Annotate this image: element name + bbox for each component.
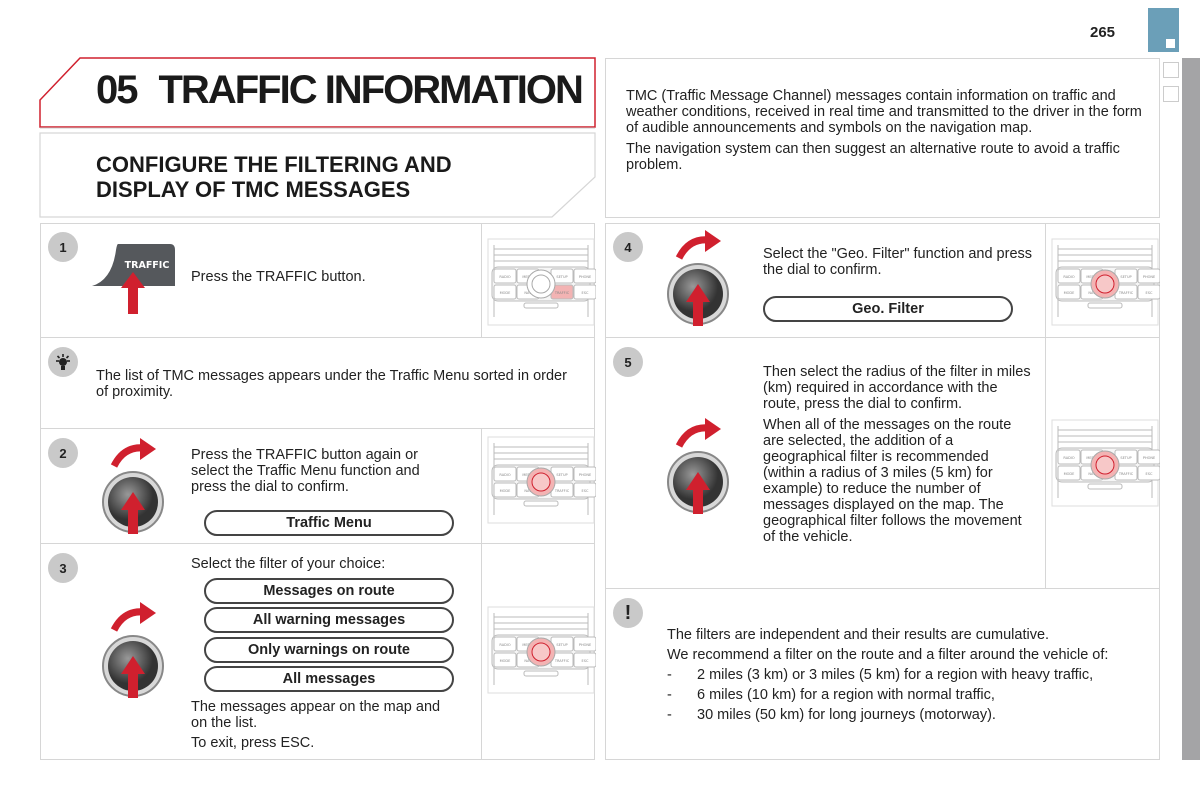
chapter-tab bbox=[1148, 8, 1179, 52]
tip-badge bbox=[48, 347, 78, 377]
intro-text: TMC (Traffic Message Channel) messages c… bbox=[626, 88, 1146, 173]
chapter-title: TRAFFIC INFORMATION bbox=[158, 68, 584, 112]
svg-text:ESC: ESC bbox=[582, 659, 589, 663]
control-panel-illustration: RADIO MEDIA SETUP PHONE MODE NAV TRAFFIC ESC bbox=[1050, 418, 1161, 508]
recommendation-list: 2 miles (3 km) or 3 miles (5 km) for a r… bbox=[667, 667, 1152, 723]
filter-option[interactable]: All warning messages bbox=[204, 607, 454, 633]
svg-text:SETUP: SETUP bbox=[556, 473, 567, 477]
svg-text:PHONE: PHONE bbox=[579, 473, 591, 477]
svg-text:SETUP: SETUP bbox=[556, 275, 567, 279]
svg-text:RADIO: RADIO bbox=[499, 473, 510, 477]
list-item: 2 miles (3 km) or 3 miles (5 km) for a r… bbox=[667, 667, 1152, 683]
page-number: 265 bbox=[1090, 24, 1116, 41]
side-bar bbox=[1182, 58, 1200, 760]
step-badge: 3 bbox=[48, 553, 78, 583]
svg-text:ESC: ESC bbox=[582, 291, 589, 295]
control-panel-illustration: RADIO MEDIA SETUP PHONE MODE NAV TRAFFIC ESC bbox=[486, 605, 597, 695]
step-text: Press the TRAFFIC button again or select… bbox=[191, 447, 420, 495]
section-title: CONFIGURE THE FILTERING AND DISPLAY OF TM… bbox=[96, 152, 452, 202]
svg-text:SETUP: SETUP bbox=[1120, 275, 1131, 279]
svg-text:SETUP: SETUP bbox=[556, 643, 567, 647]
svg-text:ESC: ESC bbox=[1146, 291, 1153, 295]
step-badge: 4 bbox=[613, 232, 643, 262]
divider bbox=[1045, 223, 1046, 588]
tab-marker bbox=[1163, 62, 1179, 78]
control-panel-illustration: RADIO MEDIA SETUP PHONE MODE NAV TRAFFIC ESC bbox=[486, 237, 597, 327]
step-badge: 2 bbox=[48, 438, 78, 468]
svg-text:MODE: MODE bbox=[500, 291, 511, 295]
exclamation-icon: ! bbox=[624, 601, 632, 624]
step-paragraph: To exit, press ESC. bbox=[191, 735, 315, 751]
section-title-line: DISPLAY OF TMC MESSAGES bbox=[96, 177, 411, 202]
warning-badge: ! bbox=[613, 598, 643, 628]
svg-text:PHONE: PHONE bbox=[1143, 275, 1155, 279]
svg-text:TRAFFIC: TRAFFIC bbox=[1118, 472, 1134, 476]
svg-text:TRAFFIC: TRAFFIC bbox=[1118, 291, 1134, 295]
svg-text:TRAFFIC: TRAFFIC bbox=[554, 489, 570, 493]
tab-marker bbox=[1163, 86, 1179, 102]
step-text: Select the filter of your choice: bbox=[191, 556, 386, 572]
control-panel-illustration: RADIO MEDIA SETUP PHONE MODE NAV TRAFFIC ESC bbox=[486, 435, 597, 525]
svg-text:MODE: MODE bbox=[1064, 472, 1075, 476]
svg-text:RADIO: RADIO bbox=[499, 275, 510, 279]
list-item: 6 miles (10 km) for a region with normal… bbox=[667, 687, 1152, 703]
svg-text:RADIO: RADIO bbox=[499, 643, 510, 647]
intro-paragraph: The navigation system can then suggest a… bbox=[626, 141, 1120, 173]
divider bbox=[481, 429, 482, 760]
svg-text:TRAFFIC: TRAFFIC bbox=[554, 659, 570, 663]
svg-text:MODE: MODE bbox=[500, 659, 511, 663]
intro-paragraph: TMC (Traffic Message Channel) messages c… bbox=[626, 88, 1142, 136]
control-panel-illustration: RADIO MEDIA SETUP PHONE MODE NAV TRAFFIC ESC bbox=[1050, 237, 1161, 327]
tip-text: The list of TMC messages appears under t… bbox=[96, 368, 567, 400]
step-paragraph: The messages appear on the map and on th… bbox=[191, 699, 441, 731]
section-title-line: CONFIGURE THE FILTERING AND bbox=[96, 152, 452, 177]
filter-option[interactable]: Messages on route bbox=[204, 578, 454, 604]
traffic-button-label: TRAFFIC bbox=[125, 260, 170, 271]
dial-icon bbox=[665, 228, 735, 333]
step-text: Select the "Geo. Filter" function and pr… bbox=[763, 246, 1033, 278]
svg-text:MODE: MODE bbox=[500, 489, 511, 493]
step-paragraph: When all of the messages on the route ar… bbox=[763, 417, 1022, 545]
svg-text:MODE: MODE bbox=[1064, 291, 1075, 295]
page-title: 05 TRAFFIC INFORMATION bbox=[96, 68, 584, 113]
warning-paragraph: The filters are independent and their re… bbox=[667, 627, 1050, 643]
step-text: The messages appear on the map and on th… bbox=[191, 699, 451, 751]
step-badge: 1 bbox=[48, 232, 78, 262]
step-text: Press the TRAFFIC button. bbox=[191, 269, 366, 285]
svg-text:PHONE: PHONE bbox=[579, 275, 591, 279]
list-item: 30 miles (50 km) for long journeys (moto… bbox=[667, 707, 1152, 723]
step-badge: 5 bbox=[613, 347, 643, 377]
step-text: Then select the radius of the filter in … bbox=[763, 364, 1033, 545]
chapter-number: 05 bbox=[96, 68, 138, 112]
divider bbox=[481, 223, 482, 337]
warning-text: The filters are independent and their re… bbox=[667, 627, 1152, 723]
dial-icon bbox=[665, 416, 735, 521]
dial-icon bbox=[100, 600, 170, 705]
menu-option-traffic-menu[interactable]: Traffic Menu bbox=[204, 510, 454, 536]
svg-text:TRAFFIC: TRAFFIC bbox=[554, 291, 570, 295]
svg-text:PHONE: PHONE bbox=[579, 643, 591, 647]
svg-text:SETUP: SETUP bbox=[1120, 456, 1131, 460]
filter-option[interactable]: Only warnings on route bbox=[204, 637, 454, 663]
traffic-button-icon: TRAFFIC bbox=[92, 244, 175, 314]
menu-option-geo-filter[interactable]: Geo. Filter bbox=[763, 296, 1013, 322]
lightbulb-icon bbox=[56, 354, 70, 370]
step-paragraph: Then select the radius of the filter in … bbox=[763, 364, 1031, 412]
dial-icon bbox=[100, 436, 170, 541]
filter-option[interactable]: All messages bbox=[204, 666, 454, 692]
svg-text:ESC: ESC bbox=[1146, 472, 1153, 476]
svg-text:RADIO: RADIO bbox=[1063, 275, 1074, 279]
svg-text:ESC: ESC bbox=[582, 489, 589, 493]
svg-text:RADIO: RADIO bbox=[1063, 456, 1074, 460]
warning-paragraph: We recommend a filter on the route and a… bbox=[667, 647, 1109, 663]
svg-text:PHONE: PHONE bbox=[1143, 456, 1155, 460]
